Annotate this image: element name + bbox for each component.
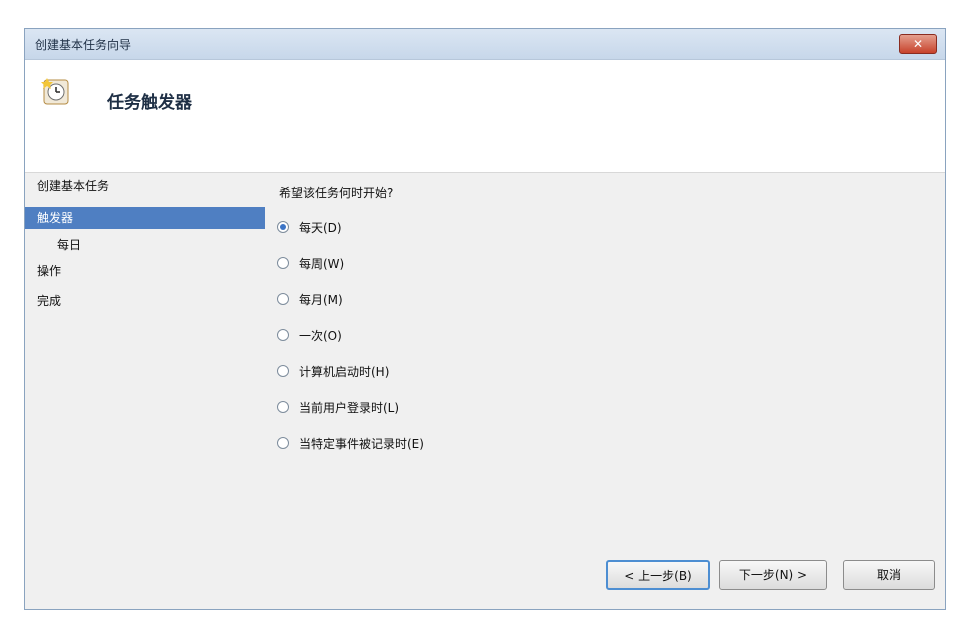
- option-monthly[interactable]: 每月(M): [277, 289, 343, 309]
- nav-item-trigger[interactable]: 触发器: [25, 207, 265, 229]
- nav-item-daily[interactable]: 每日: [57, 234, 263, 256]
- option-event-logged[interactable]: 当特定事件被记录时(E): [277, 433, 424, 453]
- radio-monthly[interactable]: [277, 293, 289, 305]
- option-event-logged-label: 当特定事件被记录时(E): [299, 436, 424, 451]
- option-computer-startup-label: 计算机启动时(H): [299, 364, 390, 379]
- radio-computer-startup[interactable]: [277, 365, 289, 377]
- next-button[interactable]: 下一步(N) >: [719, 560, 827, 590]
- radio-daily[interactable]: [277, 221, 289, 233]
- option-user-logon[interactable]: 当前用户登录时(L): [277, 397, 399, 417]
- option-weekly[interactable]: 每周(W): [277, 253, 344, 273]
- option-computer-startup[interactable]: 计算机启动时(H): [277, 361, 389, 381]
- left-nav: 创建基本任务 触发器 每日 操作 完成: [25, 173, 265, 609]
- option-weekly-label: 每周(W): [299, 256, 345, 271]
- wizard-window: 创建基本任务向导 ✕ 任务触发器 创建基本任务 触发器 每日 操作 完成 希望该…: [24, 28, 946, 610]
- option-monthly-label: 每月(M): [299, 292, 343, 307]
- nav-item-action[interactable]: 操作: [37, 260, 263, 282]
- close-button[interactable]: ✕: [899, 34, 937, 54]
- radio-event-logged[interactable]: [277, 437, 289, 449]
- page-title: 任务触发器: [107, 93, 192, 113]
- question-text: 希望该任务何时开始?: [279, 186, 394, 200]
- option-daily-label: 每天(D): [299, 220, 342, 235]
- clock-task-icon: [41, 78, 69, 105]
- nav-item-finish[interactable]: 完成: [37, 290, 263, 312]
- option-once[interactable]: 一次(O): [277, 325, 342, 345]
- header-area: 任务触发器: [25, 60, 945, 173]
- radio-user-logon[interactable]: [277, 401, 289, 413]
- option-once-label: 一次(O): [299, 328, 342, 343]
- radio-weekly[interactable]: [277, 257, 289, 269]
- title-bar: 创建基本任务向导 ✕: [25, 29, 945, 60]
- option-user-logon-label: 当前用户登录时(L): [299, 400, 400, 415]
- nav-item-create-basic-task[interactable]: 创建基本任务: [37, 175, 263, 197]
- option-daily[interactable]: 每天(D): [277, 217, 342, 237]
- cancel-button[interactable]: 取消: [843, 560, 935, 590]
- back-button[interactable]: < 上一步(B): [606, 560, 710, 590]
- window-title: 创建基本任务向导: [35, 38, 132, 52]
- content-area: 希望该任务何时开始? 每天(D) 每周(W) 每月(M) 一次(O) 计算机启动…: [273, 173, 945, 609]
- radio-once[interactable]: [277, 329, 289, 341]
